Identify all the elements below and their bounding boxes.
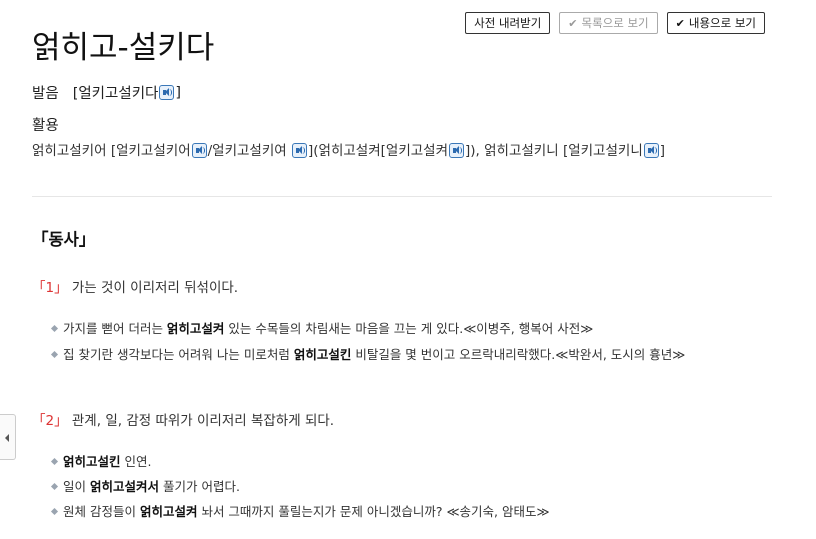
conjugation-label: 활용: [32, 118, 59, 134]
example-text: 인연.: [120, 454, 152, 469]
conjugation-pron: [얼키고설켜: [380, 143, 449, 159]
example-item: 원체 감정들이 얽히고설켜 놔서 그때까지 풀릴는지가 문제 아니겠습니까? ≪…: [50, 502, 692, 521]
example-text: 비탈길을 몇 번이고 오르락내리락했다.≪박완서, 도시의 흉년≫: [351, 347, 686, 362]
example-text: 놔서 그때까지 풀릴는지가 문제 아니겠습니까? ≪송기숙, 암태도≫: [197, 504, 550, 519]
download-dictionary-button[interactable]: 사전 내려받기: [465, 12, 551, 34]
conjugation-pron: /얼키고설키여: [207, 143, 287, 159]
check-icon: ✔: [675, 16, 685, 30]
toolbar: 사전 내려받기 ✔ 목록으로 보기 ✔ 내용으로 보기: [465, 12, 765, 34]
example-item: 얽히고설킨 인연.: [50, 452, 692, 471]
list-view-button[interactable]: ✔ 목록으로 보기: [559, 12, 658, 34]
example-text: 풀기가 어렵다.: [159, 479, 240, 494]
conjugation-close: ]: [659, 143, 666, 159]
speaker-icon[interactable]: [643, 143, 659, 158]
speaker-icon[interactable]: [191, 143, 207, 158]
pronunciation-close: ]: [175, 84, 182, 101]
speaker-icon[interactable]: [449, 143, 465, 158]
sense-definition: 가는 것이 이리저리 뒤섞이다.: [71, 280, 239, 296]
example-text: 있는 수목들의 차림새는 마음을 끄는 게 있다.≪이병주, 행복어 사전≫: [224, 321, 594, 336]
headword: 얽히고-설키다: [32, 30, 215, 66]
section-divider: [32, 196, 772, 197]
sense-number: 「2」: [32, 413, 68, 429]
example-headword: 얽히고설켜: [166, 321, 225, 336]
conjugation-form: ]), 얽히고설키니: [465, 143, 559, 159]
conjugation-line: 얽히고설키어 [얼키고설키어/얼키고설키여 ](얽히고설켜[얼키고설켜 ]), 얽…: [32, 139, 665, 159]
example-item: 집 찾기란 생각보다는 어려워 나는 미로처럼 얽히고설킨 비탈길을 몇 번이고…: [50, 345, 692, 364]
pronunciation-row: 발음 [얼키고설키다 ]: [32, 82, 181, 103]
example-text: 집 찾기란 생각보다는 어려워 나는 미로처럼: [63, 347, 294, 362]
speaker-icon[interactable]: [292, 143, 307, 158]
sense-1: 「1」 가는 것이 이리저리 뒤섞이다.: [32, 276, 238, 296]
download-label: 사전 내려받기: [474, 16, 542, 30]
list-view-label: 목록으로 보기: [581, 16, 649, 30]
content-view-button[interactable]: ✔ 내용으로 보기: [666, 12, 765, 34]
speaker-icon[interactable]: [159, 85, 175, 100]
example-headword: 얽히고설켜서: [89, 479, 159, 494]
sense-definition: 관계, 일, 감정 따위가 이리저리 복잡하게 되다.: [71, 413, 335, 429]
pronunciation-label: 발음: [32, 86, 59, 102]
example-headword: 얽히고설킨: [63, 454, 121, 469]
example-text: 원체 감정들이: [63, 504, 140, 519]
sense-2: 「2」 관계, 일, 감정 따위가 이리저리 복잡하게 되다.: [32, 409, 334, 429]
conjugation-form: 얽히고설키어: [32, 143, 107, 159]
example-text: 일이: [63, 479, 90, 494]
conjugation-form: ](얽히고설켜: [308, 143, 381, 159]
example-headword: 얽히고설켜: [139, 504, 198, 519]
part-of-speech: 「동사」: [32, 230, 96, 249]
conjugation-pron: [얼키고설키어: [110, 143, 191, 159]
conjugation-pron: [얼키고설키니: [562, 143, 643, 159]
check-icon: ✔: [568, 16, 578, 30]
example-headword: 얽히고설킨: [293, 347, 352, 362]
content-view-label: 내용으로 보기: [688, 16, 756, 30]
side-panel-toggle[interactable]: [0, 414, 16, 460]
example-item: 가지를 뻗어 더러는 얽히고설켜 있는 수목들의 차림새는 마음을 끄는 게 있…: [50, 319, 692, 338]
pronunciation-text: [얼키고설키다: [72, 86, 159, 102]
example-item: 일이 얽히고설켜서 풀기가 어렵다.: [50, 477, 692, 496]
sense-number: 「1」: [32, 280, 68, 296]
example-text: 가지를 뻗어 더러는: [63, 321, 167, 336]
